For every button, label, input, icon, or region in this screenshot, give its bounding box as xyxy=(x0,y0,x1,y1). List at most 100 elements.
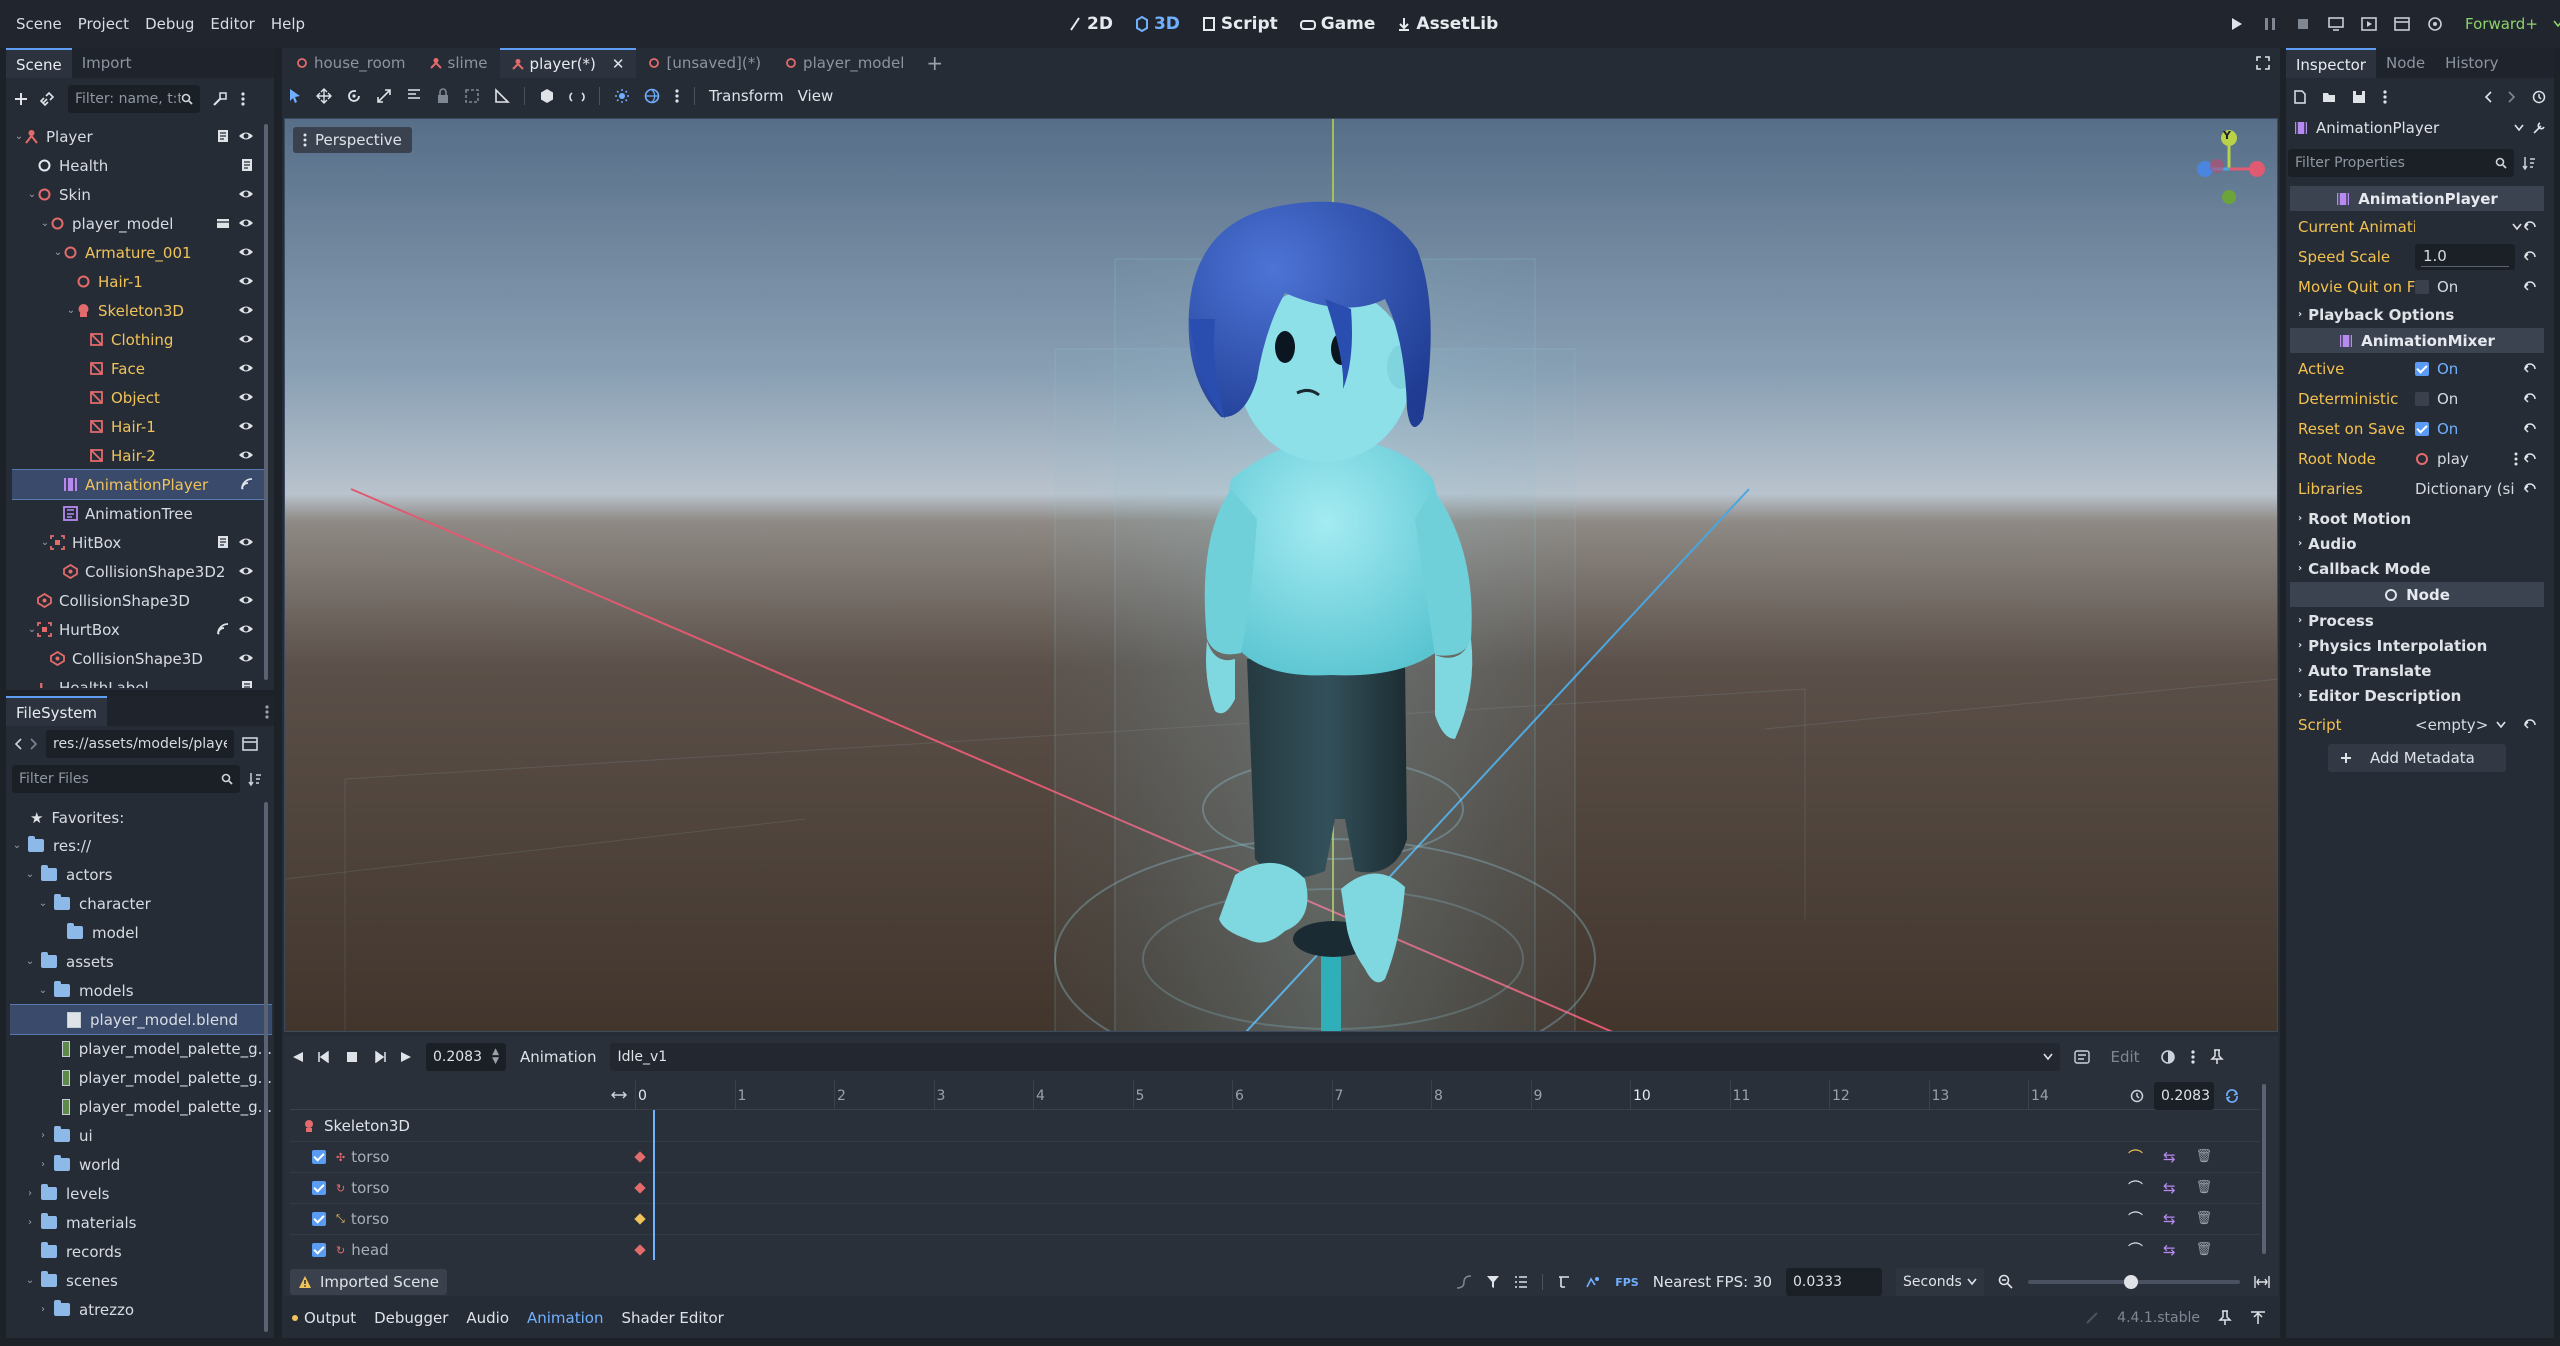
section-auto-translate[interactable]: › Auto Translate xyxy=(2290,658,2544,683)
interpolation-mode-icon[interactable]: ⌒ xyxy=(2128,1239,2143,1260)
visibility-eye-icon[interactable] xyxy=(238,419,254,433)
tree-node-hurtbox[interactable]: ⌄ HurtBox xyxy=(12,615,266,644)
pin-icon[interactable] xyxy=(2209,1049,2224,1065)
tree-node-face[interactable]: Face xyxy=(12,354,266,383)
property-filter-input[interactable]: Filter Properties xyxy=(2288,149,2514,177)
version-label[interactable]: 4.4.1.stable xyxy=(2117,1310,2200,1326)
prop-current-animation[interactable]: Current Animatio xyxy=(2290,212,2544,242)
track-list-icon[interactable] xyxy=(1514,1275,1528,1289)
delete-track-icon[interactable]: 🗑 xyxy=(2196,1149,2213,1164)
collapse-arrow-icon[interactable]: ⌄ xyxy=(40,218,50,229)
animation-time-field[interactable]: 0.2083 ▲ ▼ xyxy=(426,1043,506,1071)
zoom-slider-handle[interactable] xyxy=(2124,1275,2138,1289)
revert-icon[interactable] xyxy=(2524,363,2538,375)
visibility-eye-icon[interactable] xyxy=(238,390,254,404)
sun-preview-icon[interactable] xyxy=(614,88,630,104)
collapse-arrow-icon[interactable]: ⌄ xyxy=(27,624,37,635)
play-scene-button[interactable] xyxy=(2360,15,2378,33)
close-icon[interactable]: ✕ xyxy=(612,49,625,79)
interpolation-mode-icon[interactable]: ⌒ xyxy=(2128,1146,2143,1167)
folder-item[interactable]: ⌄ character xyxy=(10,889,272,918)
snap-step-field[interactable]: 0.0333 xyxy=(1786,1268,1882,1296)
collapse-arrow-icon[interactable]: ⌄ xyxy=(53,247,63,258)
back-icon[interactable] xyxy=(2484,91,2492,103)
collapse-arrow-icon[interactable]: ⌄ xyxy=(25,1275,35,1286)
collapse-arrow-icon[interactable]: ⌄ xyxy=(66,305,76,316)
tree-node-hair-1[interactable]: Hair-1 xyxy=(12,412,266,441)
view-menu[interactable]: View xyxy=(798,87,834,105)
revert-icon[interactable] xyxy=(2524,281,2538,293)
filter-icon[interactable] xyxy=(1486,1275,1500,1289)
more-options-icon[interactable] xyxy=(240,91,246,107)
autoplay-icon[interactable] xyxy=(2074,1050,2091,1064)
folder-item[interactable]: › ui xyxy=(10,1121,272,1150)
tree-node-hair-1[interactable]: Hair-1 xyxy=(12,267,266,296)
tree-node-healthlabel[interactable]: L HealthLabel xyxy=(12,673,266,688)
pause-button[interactable] xyxy=(2261,15,2279,33)
section-physics-interpolation[interactable]: › Physics Interpolation xyxy=(2290,633,2544,658)
script-attached-icon[interactable] xyxy=(216,535,230,549)
select-tool-icon[interactable] xyxy=(288,88,302,104)
section-callback-mode[interactable]: › Callback Mode xyxy=(2290,556,2544,581)
track-group-skeleton[interactable]: Skeleton3D xyxy=(290,1110,2260,1141)
folder-item[interactable]: ⌄ models xyxy=(10,976,272,1005)
scene-tab-player-[interactable]: player(*) ✕ xyxy=(499,48,637,79)
reset-on-save-checkbox[interactable] xyxy=(2415,422,2429,436)
viewport-scene[interactable] xyxy=(285,119,2278,1032)
workspace-script[interactable]: Script xyxy=(1202,14,1278,34)
visibility-eye-icon[interactable] xyxy=(238,303,254,317)
property-options-icon[interactable] xyxy=(2522,156,2536,170)
environment-preview-icon[interactable] xyxy=(644,88,660,104)
collapse-arrow-icon[interactable]: ⌄ xyxy=(25,869,35,880)
inspected-object[interactable]: AnimationPlayer xyxy=(2290,114,2546,142)
expand-arrow-icon[interactable]: › xyxy=(38,1130,48,1141)
snap-icon[interactable] xyxy=(569,88,585,104)
tree-node-clothing[interactable]: Clothing xyxy=(12,325,266,354)
menu-project[interactable]: Project xyxy=(70,0,137,48)
collapse-arrow-icon[interactable]: ⌄ xyxy=(40,537,50,548)
fit-timeline-icon[interactable] xyxy=(2254,1275,2270,1289)
edit-button[interactable]: Edit xyxy=(2104,1048,2145,1066)
tree-node-object[interactable]: Object xyxy=(12,383,266,412)
history-icon[interactable] xyxy=(2532,90,2546,104)
more-options-icon[interactable] xyxy=(2382,89,2388,105)
scene-tab-slime[interactable]: slime xyxy=(418,48,500,78)
scene-filter-input[interactable]: Filter: name, t:t xyxy=(68,85,200,113)
speed-scale-slider[interactable] xyxy=(2421,266,2509,267)
delete-track-icon[interactable]: 🗑 xyxy=(2196,1180,2213,1195)
animation-menu[interactable]: Animation xyxy=(520,1048,596,1066)
file-filter-input[interactable]: Filter Files xyxy=(12,765,240,793)
track-enabled-checkbox[interactable] xyxy=(312,1150,326,1164)
section-playback-options[interactable]: › Playback Options xyxy=(2290,302,2544,327)
play-backwards-icon[interactable] xyxy=(292,1051,304,1063)
split-view-icon[interactable] xyxy=(242,737,258,751)
zoom-fit-icon[interactable] xyxy=(611,1090,627,1100)
playhead[interactable] xyxy=(653,1110,655,1260)
visibility-eye-icon[interactable] xyxy=(238,245,254,259)
track-enabled-checkbox[interactable] xyxy=(312,1181,326,1195)
collapse-arrow-icon[interactable]: ⌄ xyxy=(38,985,48,996)
rotation-keyframe-icon[interactable] xyxy=(634,1182,646,1194)
visibility-eye-icon[interactable] xyxy=(238,651,254,665)
ruler-icon[interactable] xyxy=(494,88,510,104)
open-scene-icon[interactable] xyxy=(216,216,230,230)
list-select-icon[interactable] xyxy=(406,88,422,104)
collapse-arrow-icon[interactable]: ⌄ xyxy=(27,189,37,200)
tab-import[interactable]: Import xyxy=(72,48,142,78)
animation-track[interactable]: ✣ torso ⌒ ⇆ 🗑 xyxy=(290,1141,2260,1172)
folder-item[interactable]: › materials xyxy=(10,1208,272,1237)
forward-icon[interactable] xyxy=(30,738,38,750)
track-enabled-checkbox[interactable] xyxy=(312,1243,326,1257)
tab-history[interactable]: History xyxy=(2435,48,2508,78)
interpolation-mode-icon[interactable]: ⌒ xyxy=(2128,1208,2143,1229)
tree-node-collisionshape3d[interactable]: CollisionShape3D xyxy=(12,586,266,615)
visibility-eye-icon[interactable] xyxy=(238,622,254,636)
lock-icon[interactable] xyxy=(436,88,450,104)
stop-icon[interactable] xyxy=(346,1051,358,1063)
link-icon[interactable] xyxy=(40,92,56,106)
filesystem-menu-icon[interactable] xyxy=(264,704,270,720)
visibility-eye-icon[interactable] xyxy=(238,448,254,462)
distraction-free-icon[interactable] xyxy=(2256,56,2270,70)
open-folder-icon[interactable] xyxy=(2322,90,2336,104)
collapse-arrow-icon[interactable]: ⌄ xyxy=(14,131,24,142)
